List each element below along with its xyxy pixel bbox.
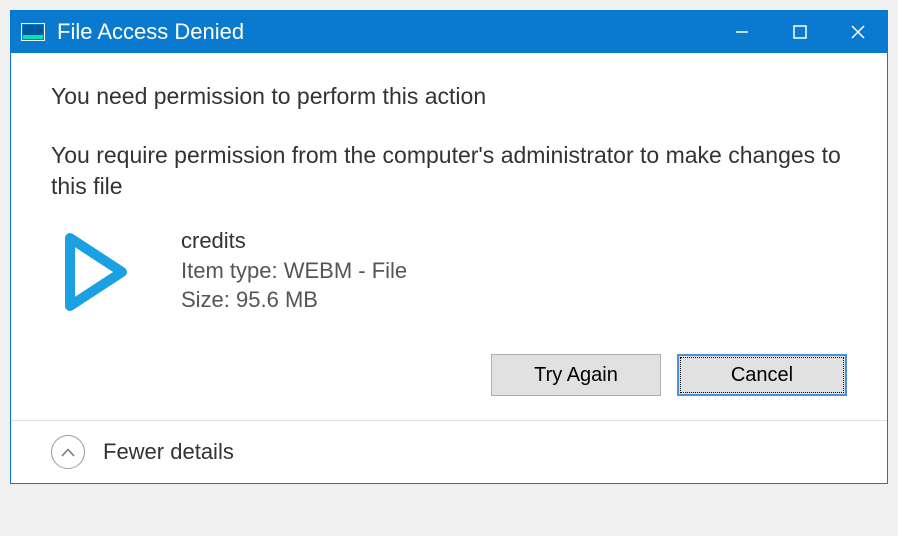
file-meta: credits Item type: WEBM - File Size: 95.…	[181, 222, 407, 315]
play-icon	[51, 222, 141, 322]
close-button[interactable]	[829, 11, 887, 53]
maximize-button[interactable]	[771, 11, 829, 53]
window-title: File Access Denied	[57, 19, 713, 45]
permission-description: You require permission from the computer…	[51, 140, 847, 202]
file-type: Item type: WEBM - File	[181, 256, 407, 286]
file-name: credits	[181, 226, 407, 256]
permission-heading: You need permission to perform this acti…	[51, 83, 847, 110]
try-again-button[interactable]: Try Again	[491, 354, 661, 396]
chevron-up-icon[interactable]	[51, 435, 85, 469]
fewer-details-toggle[interactable]: Fewer details	[103, 439, 234, 465]
file-size: Size: 95.6 MB	[181, 285, 407, 315]
dialog-content: You need permission to perform this acti…	[11, 53, 887, 420]
titlebar: File Access Denied	[11, 11, 887, 53]
app-icon	[19, 22, 47, 42]
file-access-denied-dialog: File Access Denied You need permission	[10, 10, 888, 484]
window-controls	[713, 11, 887, 53]
cancel-button[interactable]: Cancel	[677, 354, 847, 396]
dialog-footer: Fewer details	[11, 420, 887, 483]
minimize-button[interactable]	[713, 11, 771, 53]
button-row: Try Again Cancel	[51, 354, 847, 396]
file-info: credits Item type: WEBM - File Size: 95.…	[51, 222, 847, 322]
